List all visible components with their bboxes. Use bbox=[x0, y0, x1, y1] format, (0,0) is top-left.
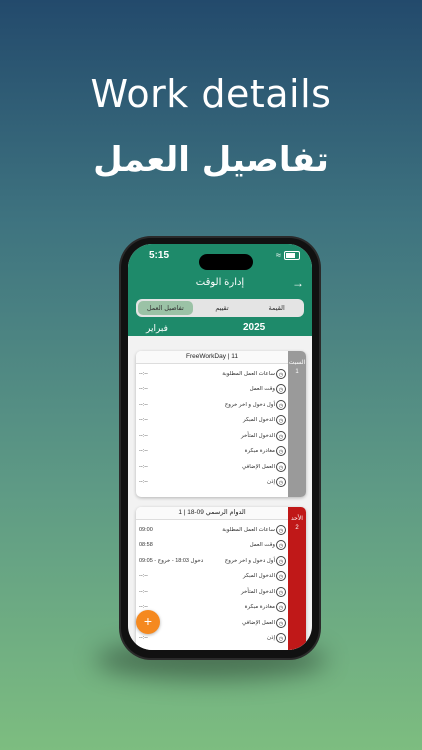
day-stripe: الأحد 2 bbox=[288, 507, 306, 650]
list-item: --:--◷العمل الإضافي bbox=[136, 459, 288, 475]
app-screen: 5:15 ≈ إدارة الوقت → القيمة تقييم تفاصيل… bbox=[128, 244, 312, 650]
day-card[interactable]: FreeWorkDay | 11 السبت 1 --:-- ◷ ساعات الع… bbox=[136, 351, 306, 497]
page-title: إدارة الوقت bbox=[195, 277, 245, 288]
day-name: السبت bbox=[288, 360, 306, 366]
list-item: --:-- ◷ الدخول المتأخر bbox=[136, 428, 288, 444]
headline-english: Work details bbox=[90, 72, 332, 116]
day-number: 1 bbox=[295, 369, 299, 375]
status-time: 5:15 bbox=[149, 250, 170, 261]
day-stripe: السبت 1 bbox=[288, 351, 306, 497]
battery-icon bbox=[284, 250, 300, 260]
clock-icon: ◷ bbox=[276, 571, 286, 582]
clock-icon: ◷ bbox=[276, 524, 286, 535]
dynamic-island bbox=[199, 254, 253, 270]
list-item: --:-- ◷ إذن bbox=[136, 631, 288, 647]
list-item: --:-- ◷ الدخول المتأخر bbox=[136, 584, 288, 600]
list-item: --:-- ◷ أول دخول و اخر خروج bbox=[136, 397, 288, 413]
list-item: 09:00 ◷ ساعات العمل المطلوبة bbox=[136, 522, 288, 538]
list-item: --:-- ◷ الدخول المبكر bbox=[136, 569, 288, 585]
list-item: --:-- ◷ وقت العمل bbox=[136, 382, 288, 398]
card-rows: --:-- ◷ ساعات العمل المطلوبة --:-- ◷ وقت الع… bbox=[136, 366, 288, 490]
list-item: --:-- ◷ إذن bbox=[136, 475, 288, 491]
list-item: --:-- ◷ ساعات العمل المطلوبة bbox=[136, 366, 288, 382]
add-button[interactable]: + bbox=[136, 610, 160, 634]
card-header: 1 | الدوام الرسمي 09-18 bbox=[136, 507, 288, 520]
day-card[interactable]: 1 | الدوام الرسمي 09-18 الأحد 2 09:00 ◷ سا… bbox=[136, 507, 306, 650]
list-item: --:-- ◷ مغادرة مبكرة bbox=[136, 444, 288, 460]
day-name: الأحد bbox=[291, 516, 303, 522]
card-header: FreeWorkDay | 11 bbox=[136, 351, 288, 364]
tab-evaluation[interactable]: تقييم bbox=[195, 299, 250, 317]
tab-work-details[interactable]: تفاصيل العمل bbox=[137, 301, 193, 315]
clock-icon: ◷ bbox=[276, 461, 286, 472]
clock-icon: ◷ bbox=[276, 540, 286, 551]
day-number: 2 bbox=[295, 525, 299, 531]
wifi-icon: ≈ bbox=[276, 250, 281, 260]
clock-icon: ◷ bbox=[276, 384, 286, 395]
card-rows: 09:00 ◷ ساعات العمل المطلوبة 08:58 ◷ وقت الع… bbox=[136, 522, 288, 646]
segmented-tabs: القيمة تقييم تفاصيل العمل bbox=[136, 299, 304, 317]
back-arrow-icon[interactable]: → bbox=[292, 276, 304, 290]
clock-icon: ◷ bbox=[276, 477, 286, 488]
list-item: 08:58 ◷ وقت العمل bbox=[136, 538, 288, 554]
clock-icon: ◷ bbox=[276, 633, 286, 644]
list-item: 09:05 - دخول 18:03 - خروج ◷ أول دخول و اخر… bbox=[136, 553, 288, 569]
list-item: --:-- ◷ مغادرة مبكرة bbox=[136, 600, 288, 616]
phone-frame: 5:15 ≈ إدارة الوقت → القيمة تقييم تفاصيل… bbox=[121, 238, 319, 658]
clock-icon: ◷ bbox=[276, 586, 286, 597]
list-item: --:-- ◷ الدخول المبكر bbox=[136, 413, 288, 429]
tab-value[interactable]: القيمة bbox=[249, 299, 304, 317]
clock-icon: ◷ bbox=[276, 555, 286, 566]
month-label[interactable]: فبراير bbox=[146, 323, 168, 334]
clock-icon: ◷ bbox=[276, 415, 286, 426]
status-icons: ≈ bbox=[276, 250, 300, 260]
clock-icon: ◷ bbox=[276, 399, 286, 410]
clock-icon: ◷ bbox=[276, 368, 286, 379]
clock-icon: ◷ bbox=[276, 430, 286, 441]
clock-icon: ◷ bbox=[276, 602, 286, 613]
headline-arabic: تفاصيل العمل bbox=[93, 140, 329, 180]
clock-icon: ◷ bbox=[276, 446, 286, 457]
year-label[interactable]: 2025 bbox=[243, 322, 265, 333]
clock-icon: ◷ bbox=[276, 617, 286, 628]
